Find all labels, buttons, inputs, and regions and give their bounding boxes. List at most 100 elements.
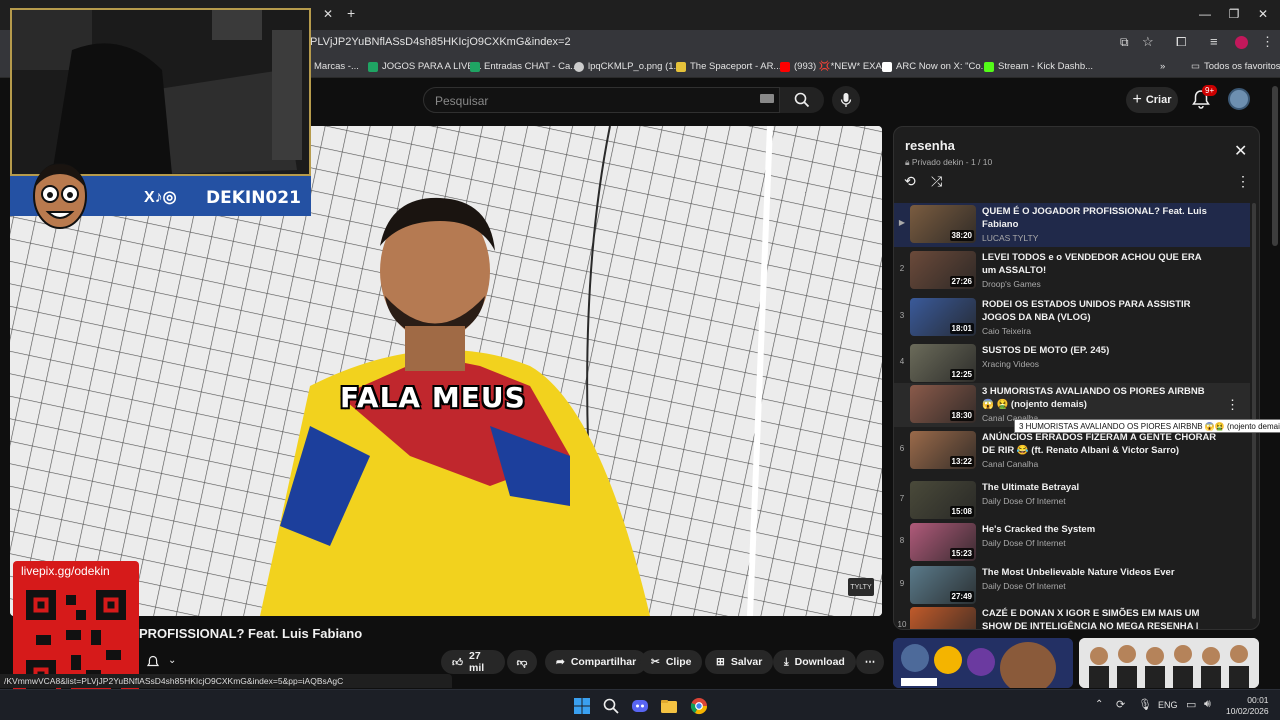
playlist-item[interactable]: 9 27:49 The Most Unbelievable Nature Video… bbox=[894, 564, 1250, 608]
profile-icon[interactable] bbox=[1235, 36, 1248, 49]
playlist-item-index: 3 bbox=[899, 311, 905, 320]
playlist-item[interactable]: 3 18:01 RODEI OS ESTADOS UNIDOS PARA ASSIS… bbox=[894, 296, 1250, 340]
bookmark-item[interactable]: Marcas -... bbox=[314, 61, 359, 72]
playlist-scrollbar[interactable] bbox=[1252, 203, 1256, 619]
playlist-item-thumbnail[interactable]: 38:20 bbox=[910, 205, 976, 243]
dislike-button[interactable]: 👎︎ bbox=[507, 650, 537, 674]
mic-tray-icon[interactable]: 🎙︎ bbox=[1138, 698, 1152, 711]
chrome-icon[interactable] bbox=[690, 697, 708, 715]
playlist-item[interactable]: 6 13:22 ANÚNCIOS ERRADOS FIZERAM A GENTE C… bbox=[894, 429, 1250, 473]
cast-icon[interactable]: ⧉ bbox=[1120, 35, 1129, 50]
bookmark-item[interactable]: The Spaceport - AR... bbox=[676, 61, 781, 72]
clip-button[interactable]: ✂ Clipe bbox=[640, 650, 703, 674]
playlist-item-channel: LUCAS TYLTY bbox=[982, 233, 1039, 243]
playlist-item-thumbnail[interactable]: 18:30 bbox=[910, 385, 976, 423]
plus-icon: + bbox=[1132, 91, 1142, 108]
playlist-item[interactable]: 7 15:08 The Ultimate Betrayal Daily Dose Of… bbox=[894, 479, 1250, 523]
spaceport-icon bbox=[676, 61, 686, 72]
duration-badge: 15:23 bbox=[949, 548, 974, 559]
new-tab-icon[interactable]: + bbox=[347, 5, 355, 21]
bookmark-item[interactable]: Stream - Kick Dashb... bbox=[984, 61, 1093, 72]
minimize-icon[interactable]: — bbox=[1190, 4, 1220, 24]
close-playlist-icon[interactable]: ✕ bbox=[1234, 141, 1247, 161]
playlist-item-index: 7 bbox=[899, 494, 905, 503]
share-icon: ➦ bbox=[556, 656, 565, 668]
more-actions-button[interactable]: ⋯ bbox=[856, 650, 884, 674]
bookmark-star-icon[interactable]: ☆ bbox=[1142, 34, 1154, 50]
save-button[interactable]: ⊞ Salvar bbox=[705, 650, 774, 674]
window-close-icon[interactable]: ✕ bbox=[1248, 4, 1278, 24]
tray-app-icon[interactable]: ⟳ bbox=[1116, 698, 1125, 711]
rec-thumb-image bbox=[893, 638, 1073, 688]
playlist-item[interactable]: ▶ 38:20 QUEM É O JOGADOR PROFISSIONAL? Fea… bbox=[894, 203, 1250, 247]
all-bookmarks[interactable]: ▭ Todos os favoritos bbox=[1191, 61, 1280, 72]
search-input[interactable]: Pesquisar bbox=[423, 87, 780, 113]
keyboard-icon[interactable] bbox=[760, 94, 774, 103]
playlist-item-thumbnail[interactable]: 18:01 bbox=[910, 298, 976, 336]
playlist-item[interactable]: 8 15:23 He's Cracked the System Daily Dose … bbox=[894, 521, 1250, 565]
playlist-item-thumbnail[interactable]: 15:08 bbox=[910, 481, 976, 519]
playlist-item[interactable]: 2 27:26 LEVEI TODOS e o VENDEDOR ACHOU QUE… bbox=[894, 249, 1250, 293]
subscribe-bell-icon[interactable] bbox=[146, 655, 160, 669]
file-explorer-icon[interactable] bbox=[660, 697, 678, 715]
tray-chevron-icon[interactable]: ⌃ bbox=[1095, 699, 1103, 710]
discord-icon[interactable] bbox=[631, 697, 649, 715]
duration-badge: 15:08 bbox=[949, 506, 974, 517]
playlist-item[interactable]: 4 12:25 SUSTOS DE MOTO (EP. 245) Xracing Vi… bbox=[894, 342, 1250, 386]
playlist-item-channel: Droop's Games bbox=[982, 279, 1041, 289]
playlist-item-title: 3 HUMORISTAS AVALIANDO OS PIORES AIRBNB … bbox=[982, 386, 1205, 410]
playlist-item-thumbnail[interactable]: 27:26 bbox=[910, 251, 976, 289]
search-button[interactable] bbox=[780, 87, 824, 113]
chevron-down-icon[interactable]: ⌄ bbox=[168, 655, 176, 666]
playlist-item[interactable]: 10 CAZÉ E DONAN X IGOR E SIMÕES EM MAIS U… bbox=[894, 605, 1250, 630]
channel-watermark[interactable]: TYLTY bbox=[848, 578, 874, 596]
social-icons: X♪◎ bbox=[144, 189, 177, 206]
webcam-overlay bbox=[10, 8, 311, 176]
playlist-item-title: CAZÉ E DONAN X IGOR E SIMÕES EM MAIS UM … bbox=[982, 608, 1200, 630]
playlist-item-thumbnail[interactable]: 15:23 bbox=[910, 523, 976, 561]
avatar[interactable] bbox=[1228, 88, 1250, 110]
page-scrollbar[interactable] bbox=[1272, 86, 1278, 246]
download-icon: ⤓ bbox=[784, 655, 789, 668]
like-button[interactable]: 👍︎ 27 mil bbox=[441, 650, 505, 674]
notification-badge: 9+ bbox=[1202, 85, 1218, 96]
system-clock[interactable]: 00:01 10/02/2026 bbox=[1226, 695, 1269, 717]
loop-icon[interactable]: ⟲ bbox=[904, 173, 916, 190]
url-text[interactable]: PLVjJP2YuBNflASsD4sh85HKIcjO9CXKmG&index… bbox=[310, 36, 571, 48]
playlist-item-index: ▶ bbox=[898, 218, 906, 227]
volume-icon[interactable]: 🔊︎ bbox=[1204, 698, 1211, 711]
bookmark-item[interactable]: ARC Now on X: "Co... bbox=[882, 61, 989, 72]
search-icon[interactable] bbox=[602, 697, 620, 715]
playlist-item-title: LEVEI TODOS e o VENDEDOR ACHOU QUE ERA u… bbox=[982, 252, 1202, 276]
save-playlist-icon: ⊞ bbox=[716, 656, 725, 668]
voice-search-button[interactable] bbox=[832, 86, 860, 114]
bookmarks-overflow-icon[interactable]: » bbox=[1160, 61, 1165, 72]
maximize-icon[interactable]: ❐ bbox=[1219, 4, 1249, 24]
playlist-item-channel: Daily Dose Of Internet bbox=[982, 538, 1066, 548]
playlist-item-thumbnail[interactable]: 12:25 bbox=[910, 344, 976, 382]
bookmark-item[interactable]: lpqCKMLP_o.png (1... bbox=[574, 61, 681, 72]
item-menu-icon[interactable]: ⋮ bbox=[1226, 397, 1239, 413]
tab-close-icon[interactable]: ✕ bbox=[323, 7, 333, 21]
extensions-icon[interactable]: ⧠ bbox=[1176, 34, 1186, 50]
bookmark-item[interactable]: JOGOS PARA A LIVE... bbox=[368, 61, 482, 72]
network-icon[interactable]: ▭ bbox=[1186, 698, 1196, 711]
shuffle-icon[interactable]: ⤮ bbox=[931, 173, 942, 190]
playlist-item-title: ANÚNCIOS ERRADOS FIZERAM A GENTE CHORAR … bbox=[982, 432, 1217, 456]
download-button[interactable]: ⤓ Download bbox=[773, 650, 856, 674]
playlist-item-thumbnail[interactable] bbox=[910, 607, 976, 629]
media-icon[interactable]: ≡ bbox=[1210, 34, 1218, 49]
bookmark-item[interactable]: (993) 💢*NEW* EXA... bbox=[780, 61, 890, 72]
duration-badge: 38:20 bbox=[949, 230, 974, 241]
browser-menu-icon[interactable]: ⋮ bbox=[1261, 34, 1274, 50]
share-button[interactable]: ➦ Compartilhar bbox=[545, 650, 648, 674]
bookmark-item[interactable]: Entradas CHAT - Ca... bbox=[470, 61, 578, 72]
input-language[interactable]: ENG bbox=[1158, 700, 1178, 710]
playlist-item-thumbnail[interactable]: 27:49 bbox=[910, 566, 976, 604]
windows-start-icon[interactable] bbox=[573, 697, 591, 715]
playlist-menu-icon[interactable]: ⋮ bbox=[1236, 173, 1250, 190]
create-button[interactable]: + Criar bbox=[1126, 87, 1178, 113]
recommendation-thumbnail[interactable] bbox=[893, 638, 1073, 688]
playlist-item-thumbnail[interactable]: 13:22 bbox=[910, 431, 976, 469]
recommendation-thumbnail[interactable] bbox=[1079, 638, 1259, 688]
